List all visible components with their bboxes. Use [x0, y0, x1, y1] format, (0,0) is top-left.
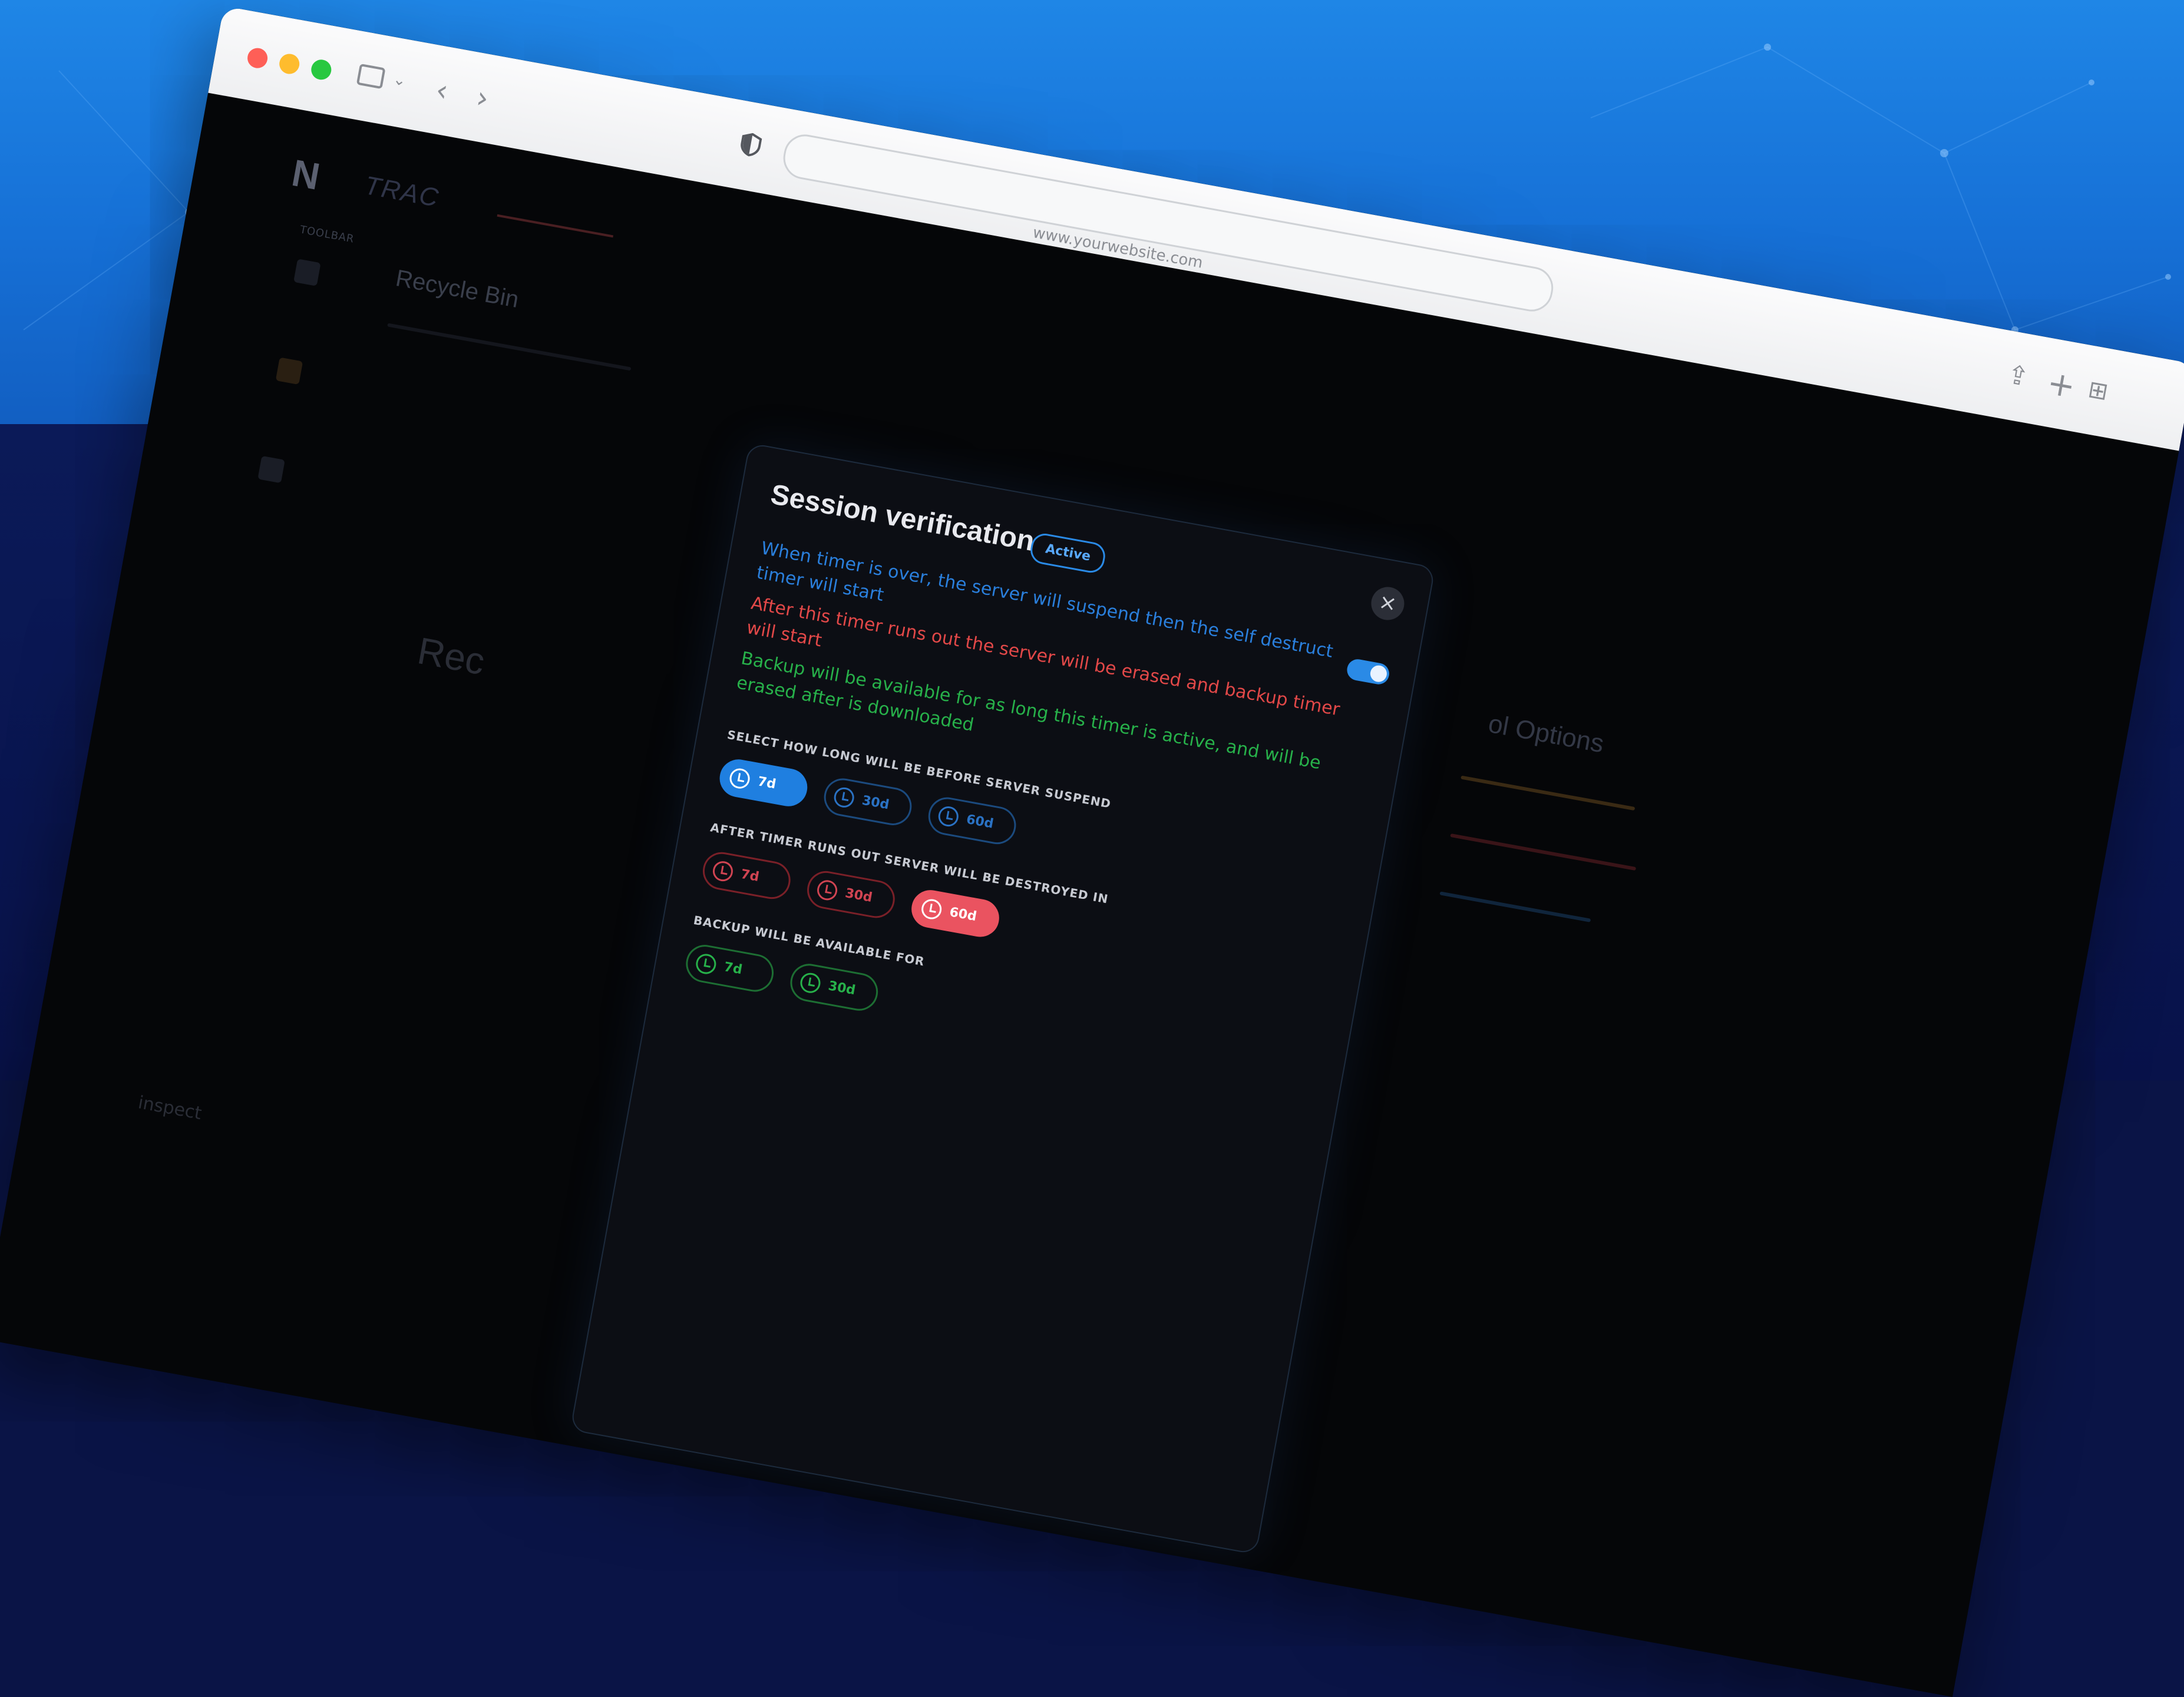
background-option-line: [1450, 833, 1637, 871]
brand-name: TRAC: [362, 171, 442, 213]
background-option-line: [1439, 891, 1591, 922]
clock-icon: [920, 897, 943, 921]
brand-underline: [497, 214, 614, 238]
suspend-option-7d[interactable]: 7d: [716, 756, 811, 809]
share-icon[interactable]: ⇪: [2005, 359, 2031, 393]
background-options-title: ol Options: [1486, 709, 1607, 759]
close-button[interactable]: ×: [1368, 584, 1407, 623]
background-footer-text: inspect: [136, 1092, 203, 1124]
forward-button[interactable]: ›: [474, 80, 491, 116]
suspend-option-60d[interactable]: 60d: [925, 794, 1019, 848]
backup-option-30d[interactable]: 30d: [787, 961, 881, 1014]
nav-item-icon[interactable]: [275, 357, 303, 385]
nav-item-icon[interactable]: [257, 455, 285, 484]
destroy-option-60d[interactable]: 60d: [908, 886, 1003, 940]
toggle-knob: [1369, 664, 1389, 683]
minimize-window-button[interactable]: [277, 52, 301, 76]
background-option-line: [1461, 775, 1635, 811]
app-logo: N: [288, 151, 323, 199]
back-button[interactable]: ‹: [433, 72, 451, 108]
close-window-button[interactable]: [246, 46, 269, 70]
nav-item-icon[interactable]: [293, 259, 321, 286]
clock-icon: [937, 805, 960, 828]
tab-overview-icon[interactable]: ⊞: [2086, 376, 2110, 406]
clock-icon: [815, 878, 839, 902]
sidebar-toggle-icon[interactable]: [356, 63, 386, 90]
session-verification-modal: Session verification Active × When timer…: [570, 442, 1436, 1555]
background-heading: Rec: [414, 629, 488, 683]
clock-icon: [832, 786, 856, 809]
destroy-option-30d[interactable]: 30d: [804, 868, 898, 921]
backup-option-7d[interactable]: 7d: [683, 941, 777, 995]
suspend-option-30d[interactable]: 30d: [821, 775, 915, 829]
page-title: Recycle Bin: [394, 265, 521, 313]
clock-icon: [694, 952, 718, 976]
new-tab-icon[interactable]: +: [2044, 363, 2079, 406]
status-badge: Active: [1028, 531, 1108, 575]
maximize-window-button[interactable]: [309, 58, 333, 82]
session-toggle[interactable]: [1345, 657, 1391, 686]
nav-section-label: TOOLBAR: [299, 223, 356, 246]
shield-icon[interactable]: [739, 131, 763, 158]
subtitle-placeholder: [387, 323, 632, 371]
clock-icon: [711, 859, 735, 883]
destroy-option-7d[interactable]: 7d: [699, 849, 794, 902]
clock-icon: [728, 766, 752, 790]
chevron-down-icon[interactable]: ⌄: [392, 71, 408, 90]
clock-icon: [798, 971, 822, 995]
